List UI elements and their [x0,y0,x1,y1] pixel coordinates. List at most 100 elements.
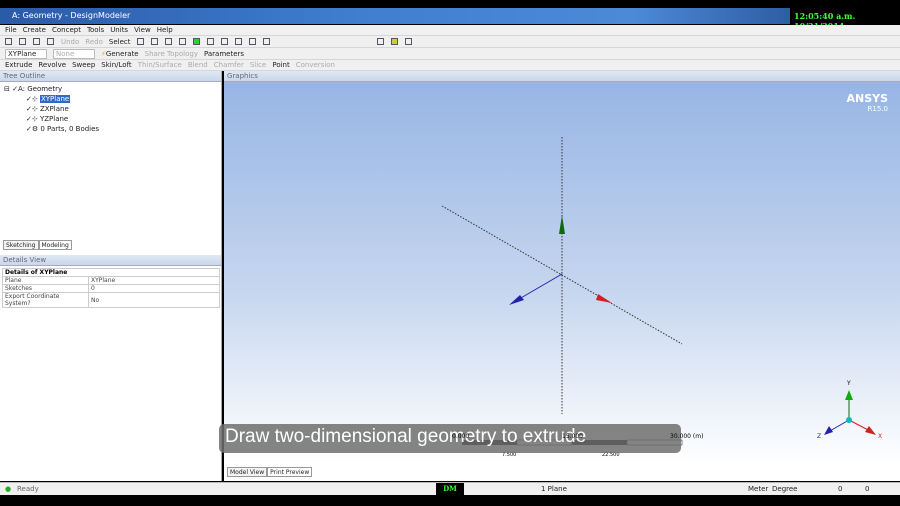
tree-outline-header: Tree Outline [0,71,221,82]
tree-item-parts[interactable]: ✓⚙ 0 Parts, 0 Bodies [4,124,217,134]
undo-button[interactable]: Undo [61,38,79,46]
zoom-fit-icon[interactable] [262,38,270,45]
generate-label: Generate [105,49,139,58]
skin-loft-button[interactable]: Skin/Loft [101,61,131,69]
tree-item-label: YZPlane [39,115,69,123]
tab-modeling[interactable]: Modeling [38,240,72,250]
face-select-icon[interactable] [178,38,186,45]
export-icon[interactable] [33,38,40,45]
triad-icon: Y X Z [817,380,882,440]
redo-button[interactable]: Redo [85,38,103,46]
tab-model-view[interactable]: Model View [227,467,268,477]
ready-icon: ● [5,485,12,493]
menu-create[interactable]: Create [23,26,46,34]
revolve-button[interactable]: Revolve [38,61,66,69]
toolbar-features: Extrude Revolve Sweep Skin/Loft Thin/Sur… [0,60,900,71]
y-arrowhead [559,215,565,234]
menu-help[interactable]: Help [157,26,173,34]
chamfer-button[interactable]: Chamfer [214,61,244,69]
graphics-panel: Graphics ANSYS R15.0 YXZ 7.500 22.500 Mode… [224,71,900,481]
point-select-icon[interactable] [150,38,158,45]
title-bar: A: Geometry - DesignModeler 12:05:40 a.m… [0,8,900,31]
graphics-viewport[interactable]: ANSYS R15.0 YXZ 7.500 22.500 [224,82,900,463]
pan-icon[interactable] [220,38,228,45]
details-view-header: Details View [0,255,221,266]
status-bar: ● Ready DM 1 Plane Meter Degree 0 0 [0,482,900,495]
toolbar-sketch: XYPlane None ⚡Generate Share Topology Pa… [0,48,900,60]
edge-select-icon[interactable] [164,38,172,45]
clock: 12:05:40 a.m. 10/21/2014 [790,8,900,31]
plane-select[interactable]: XYPlane [5,48,47,59]
tree-item-xyplane[interactable]: ✓⊹ XYPlane [4,94,217,104]
tree-item-yzplane[interactable]: ✓⊹ YZPlane [4,114,217,124]
x-arrowhead [596,294,612,303]
tree-root-label: A: Geometry [17,85,63,93]
left-panel: Tree Outline ⊟ ✓A: Geometry ✓⊹ XYPlane ✓… [0,71,222,481]
tree-item-label: 0 Parts, 0 Bodies [40,125,100,133]
color-icon[interactable] [390,38,398,45]
menu-view[interactable]: View [134,26,151,34]
triad-y-label: Y [846,380,851,387]
rotate-icon[interactable] [206,38,214,45]
parameters-button[interactable]: Parameters [204,50,244,58]
generate-button[interactable]: ⚡Generate [101,50,139,58]
triad-z-label: Z [817,433,821,440]
menu-concept[interactable]: Concept [52,26,81,34]
save-icon[interactable] [19,38,26,45]
z-arrowhead [509,295,524,305]
menu-file[interactable]: File [5,26,17,34]
tab-sketching[interactable]: Sketching [3,240,39,250]
slice-button[interactable]: Slice [250,61,267,69]
row-value[interactable]: No [88,292,220,308]
length-unit[interactable]: Meter [748,485,768,493]
select-mode-icon[interactable] [136,38,144,45]
conversion-button[interactable]: Conversion [296,61,335,69]
tree-item-label: XYPlane [39,95,71,103]
status-text: Ready [17,485,39,493]
row-value[interactable]: XYPlane [88,276,220,285]
table-row: Export Coordinate System? No [2,292,220,308]
menu-units[interactable]: Units [110,26,128,34]
selection-info: 1 Plane [541,485,567,493]
body-select-icon[interactable] [192,38,200,45]
screenshot-icon[interactable] [47,38,54,45]
tab-print-preview[interactable]: Print Preview [267,467,313,477]
new-icon[interactable] [5,38,12,45]
table-row: Plane XYPlane [2,276,220,285]
status-value-2: 0 [865,485,870,493]
row-label: Plane [2,276,89,285]
box-zoom-icon[interactable] [248,38,256,45]
row-label: Export Coordinate System? [2,292,89,308]
tree-outline: ⊟ ✓A: Geometry ✓⊹ XYPlane ✓⊹ ZXPlane ✓⊹ … [0,82,221,136]
menu-bar: File Create Concept Tools Units View Hel… [0,25,900,36]
sketch-select[interactable]: None [53,48,95,59]
row-value: 0 [88,284,220,293]
details-table: Details of XYPlane Plane XYPlane Sketches… [2,268,220,308]
video-caption: Draw two-dimensional geometry to extrude [219,424,681,453]
select-button[interactable]: Select [109,38,131,46]
point-button[interactable]: Point [272,61,289,69]
blend-button[interactable]: Blend [188,61,208,69]
status-value-1: 0 [838,485,843,493]
menu-tools[interactable]: Tools [87,26,104,34]
row-label: Sketches [2,284,89,293]
triad-x-label: X [878,433,882,440]
details-title: Details of XYPlane [2,268,220,277]
toolbar-main: Undo Redo Select [0,36,900,48]
tree-item-zxplane[interactable]: ✓⊹ ZXPlane [4,104,217,114]
share-topology-button[interactable]: Share Topology [145,50,198,58]
edge-display-icon[interactable] [404,38,412,45]
dm-badge: DM [436,483,464,495]
mode-tabs: Sketching Modeling [3,240,72,250]
tree-root[interactable]: ⊟ ✓A: Geometry [4,84,217,94]
extrude-button[interactable]: Extrude [5,61,32,69]
display-icon[interactable] [376,38,384,45]
sweep-button[interactable]: Sweep [72,61,95,69]
graphics-header: Graphics [224,71,900,82]
plane-axes: YXZ 7.500 22.500 [441,137,882,458]
thin-surface-button[interactable]: Thin/Surface [138,61,182,69]
angle-unit[interactable]: Degree [772,485,797,493]
zoom-icon[interactable] [234,38,242,45]
view-tabs: Model View Print Preview [227,467,313,477]
window-title: A: Geometry - DesignModeler [12,11,131,20]
